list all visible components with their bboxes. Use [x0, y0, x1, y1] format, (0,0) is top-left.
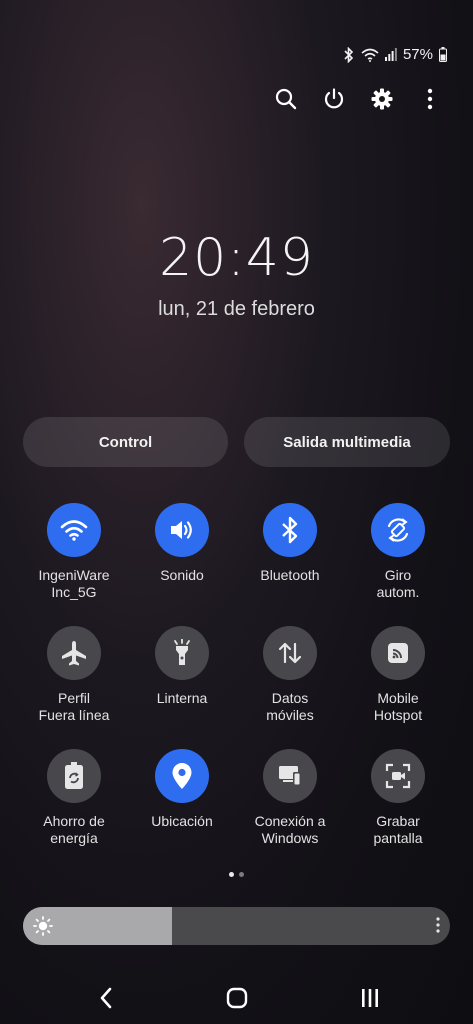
navigation-bar: [0, 982, 473, 1014]
page-indicator: [0, 872, 473, 877]
airplane-icon: [47, 626, 101, 680]
screen-recorder-icon: [371, 749, 425, 803]
wifi-icon: [47, 503, 101, 557]
control-button[interactable]: Control: [23, 417, 228, 467]
tile-sound[interactable]: Sonido: [128, 503, 236, 606]
power-icon[interactable]: [321, 86, 347, 112]
tile-link-to-windows[interactable]: Conexión a Windows: [236, 749, 344, 852]
link-to-windows-icon: [263, 749, 317, 803]
tile-flashlight[interactable]: Linterna: [128, 626, 236, 729]
location-icon: [155, 749, 209, 803]
battery-percentage: 57%: [402, 46, 433, 63]
tile-wifi[interactable]: IngeniWare Inc_5G: [20, 503, 128, 606]
clock-date[interactable]: lun, 21 de febrero: [0, 298, 473, 321]
bluetooth-icon: [263, 503, 317, 557]
tile-mobile-data-label: Datos móviles: [266, 690, 314, 723]
auto-rotate-icon: [371, 503, 425, 557]
clock-time[interactable]: 20:49: [0, 228, 473, 288]
signal-status-icon: [384, 48, 397, 61]
media-output-button[interactable]: Salida multimedia: [244, 417, 450, 467]
brightness-more-icon[interactable]: [436, 916, 440, 939]
tile-airplane-label: Perfil Fuera línea: [38, 690, 110, 723]
tile-auto-rotate-label: Giro autom.: [376, 567, 420, 600]
tile-bluetooth-label: Bluetooth: [260, 567, 320, 583]
home-button[interactable]: [217, 982, 257, 1014]
tile-location[interactable]: Ubicación: [128, 749, 236, 852]
wifi-status-icon: [361, 48, 379, 62]
sun-icon: [33, 916, 53, 941]
tile-flashlight-label: Linterna: [156, 690, 208, 706]
sound-icon: [155, 503, 209, 557]
tile-auto-rotate[interactable]: Giro autom.: [344, 503, 452, 606]
tile-bluetooth[interactable]: Bluetooth: [236, 503, 344, 606]
power-saving-icon: [47, 749, 101, 803]
status-bar: 57%: [343, 46, 447, 63]
tile-mobile-data[interactable]: Datos móviles: [236, 626, 344, 729]
quick-settings-grid: IngeniWare Inc_5G Sonido Bluetooth Giro …: [20, 503, 452, 852]
battery-icon: [439, 47, 447, 62]
tile-sound-label: Sonido: [160, 567, 204, 583]
recent-apps-button[interactable]: [350, 982, 390, 1014]
page-dot-active: [229, 872, 234, 877]
tile-power-saving[interactable]: Ahorro de energía: [20, 749, 128, 852]
top-actions: [273, 86, 443, 112]
mobile-data-icon: [263, 626, 317, 680]
tile-power-saving-label: Ahorro de energía: [43, 813, 105, 846]
tile-location-label: Ubicación: [151, 813, 213, 829]
more-options-icon[interactable]: [417, 86, 443, 112]
tile-link-to-windows-label: Conexión a Windows: [254, 813, 326, 846]
tile-wifi-label: IngeniWare Inc_5G: [38, 567, 110, 600]
tile-screen-recorder[interactable]: Grabar pantalla: [344, 749, 452, 852]
page-dot: [239, 872, 244, 877]
tile-screen-recorder-label: Grabar pantalla: [373, 813, 423, 846]
tile-hotspot-label: Mobile Hotspot: [373, 690, 423, 723]
tile-airplane-mode[interactable]: Perfil Fuera línea: [20, 626, 128, 729]
bluetooth-status-icon: [343, 46, 355, 63]
gear-icon[interactable]: [369, 86, 395, 112]
flashlight-icon: [155, 626, 209, 680]
back-button[interactable]: [86, 982, 126, 1014]
brightness-slider[interactable]: [23, 907, 450, 945]
tile-mobile-hotspot[interactable]: Mobile Hotspot: [344, 626, 452, 729]
search-icon[interactable]: [273, 86, 299, 112]
hotspot-icon: [371, 626, 425, 680]
